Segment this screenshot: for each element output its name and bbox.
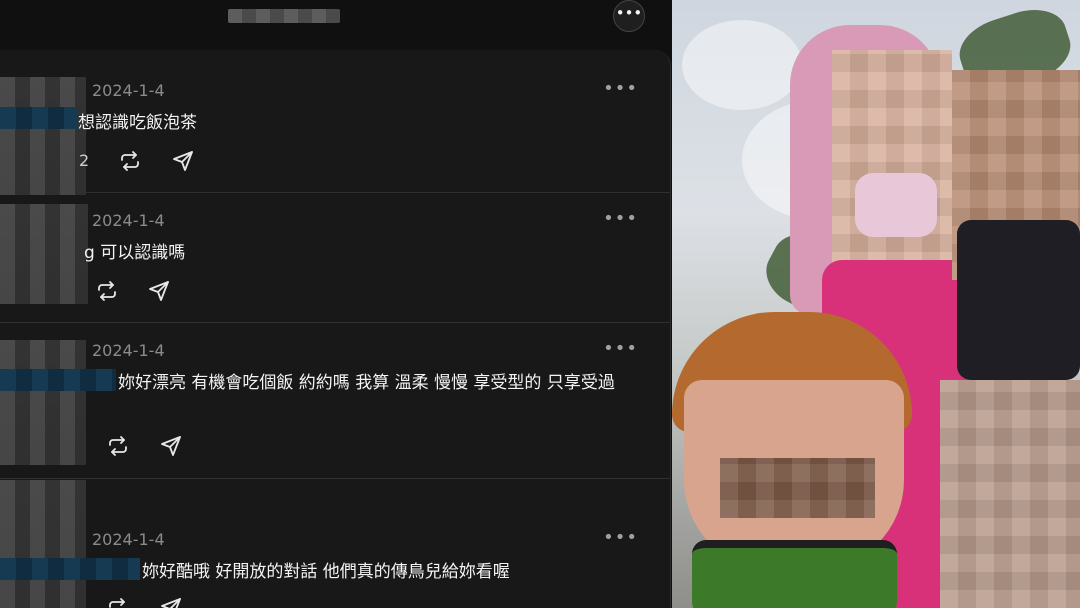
cloud-shape (682, 20, 802, 110)
share-icon[interactable] (147, 279, 171, 303)
reply-post: 2024-1-4 ••• g 可以認識嗎 (0, 192, 670, 323)
post-text: 妳好漂亮 有機會吃個飯 約約嗎 我算 溫柔 慢慢 享受型的 只享受過 (118, 373, 615, 393)
post-more-button[interactable]: ••• (603, 338, 638, 359)
post-more-button[interactable]: ••• (603, 78, 638, 99)
share-icon[interactable] (171, 149, 195, 173)
reply-post: 2024-1-4 ••• 妳好漂亮 有機會吃個飯 約約嗎 我算 溫柔 慢慢 享受… (0, 322, 670, 479)
post-text: 妳好酷哦 好開放的對話 他們真的傳鳥兒給妳看喔 (142, 562, 510, 582)
share-icon[interactable] (159, 434, 183, 458)
share-icon[interactable] (159, 596, 183, 608)
threads-panel: ••• 2024-1-4 ••• 想認識吃飯泡茶 2 2024-1-4 ••• … (0, 0, 672, 608)
blurred-username (0, 558, 140, 580)
blurred-user-info (0, 77, 86, 195)
post-date: 2024-1-4 (92, 211, 165, 230)
like-count: 2 (79, 151, 90, 170)
post-text: g 可以認識嗎 (84, 243, 186, 263)
reply-post: 2024-1-4 ••• 想認識吃飯泡茶 2 (0, 62, 670, 195)
blurred-user-info (0, 204, 88, 304)
repost-icon[interactable] (106, 434, 130, 458)
repost-icon[interactable] (106, 596, 130, 608)
post-date: 2024-1-4 (92, 341, 165, 360)
blurred-username (0, 107, 78, 129)
blurred-username (0, 369, 116, 391)
reply-post: 2024-1-4 ••• 妳好酷哦 好開放的對話 他們真的傳鳥兒給妳看喔 (0, 478, 670, 608)
post-text: 想認識吃飯泡茶 (78, 113, 197, 133)
post-date: 2024-1-4 (92, 81, 165, 100)
pixelated-eyes (720, 458, 875, 518)
top-bar: ••• (0, 0, 672, 50)
selfie-photo (672, 0, 1080, 608)
pixelated-child-face (940, 380, 1080, 608)
post-more-button[interactable]: ••• (603, 527, 638, 548)
repost-icon[interactable] (118, 149, 142, 173)
header-more-button[interactable]: ••• (613, 0, 645, 32)
face-mask (855, 173, 937, 237)
blurred-user-info (0, 480, 86, 608)
post-more-button[interactable]: ••• (603, 208, 638, 229)
blurred-user-info (0, 340, 86, 465)
reply-feed: 2024-1-4 ••• 想認識吃飯泡茶 2 2024-1-4 ••• g 可以… (0, 50, 671, 608)
blurred-title (228, 9, 340, 23)
child-dark-clothing (957, 220, 1080, 380)
post-date: 2024-1-4 (92, 530, 165, 549)
repost-icon[interactable] (95, 279, 119, 303)
green-face-mask (692, 540, 897, 608)
pixelated-face (832, 50, 952, 270)
